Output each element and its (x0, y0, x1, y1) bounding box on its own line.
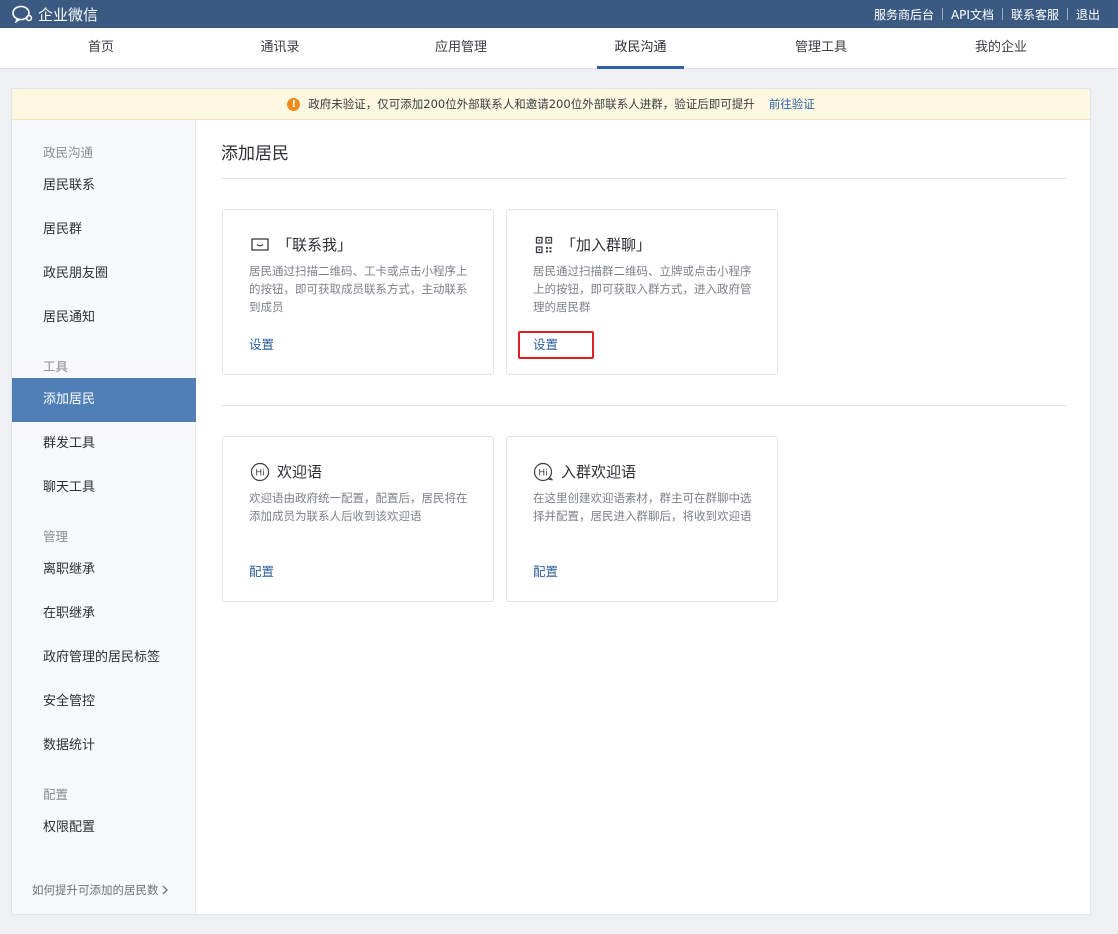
highlight-box (518, 331, 594, 359)
sidebar-item-resign-inherit[interactable]: 离职继承 (12, 548, 196, 592)
sidebar-group-manage: 管理 (43, 529, 69, 544)
divider (222, 405, 1067, 406)
card-description: 在这里创建欢迎语素材，群主可在群聊中选择并配置，居民进入群聊后，将收到欢迎语 (533, 491, 752, 523)
sidebar-item-moments[interactable]: 政民朋友圈 (12, 252, 196, 296)
content-container: ! 政府未验证，仅可添加200位外部联系人和邀请200位外部联系人进群，验证后即… (11, 88, 1091, 915)
contact-support-link[interactable]: 联系客服 (1011, 6, 1059, 23)
card-header: Hi 入群欢迎语 (533, 461, 636, 482)
warning-icon: ! (287, 97, 301, 111)
api-docs-link[interactable]: API文档 (951, 6, 994, 23)
sidebar-item-notifications[interactable]: 居民通知 (12, 296, 196, 340)
main-content: 添加居民 「联系我」 居民通过扫描二维码、工卡或点击小程序上的按钮，即可获取成员… (197, 120, 1090, 914)
hi-bubble-icon: Hi (533, 462, 555, 482)
sidebar-item-security[interactable]: 安全管控 (12, 680, 196, 724)
separator (1066, 8, 1068, 20)
contact-me-settings-link[interactable]: 设置 (249, 334, 274, 353)
top-links: 服务商后台 API文档 联系客服 退出 (874, 0, 1100, 28)
sidebar-item-onjob-inherit[interactable]: 在职继承 (12, 592, 196, 636)
sidebar: 政民沟通 居民联系 居民群 政民朋友圈 居民通知 工具 添加居民 群发工具 聊天… (12, 120, 196, 914)
wecom-logo[interactable]: 企业微信 (12, 4, 98, 24)
wecom-logo-icon (12, 5, 33, 23)
page-title: 添加居民 (221, 144, 289, 164)
sidebar-group-tools: 工具 (43, 359, 69, 374)
sidebar-item-mass-send[interactable]: 群发工具 (12, 422, 196, 466)
tab-home[interactable]: 首页 (70, 28, 132, 69)
svg-text:Hi: Hi (538, 468, 547, 478)
card-description: 欢迎语由政府统一配置，配置后，居民将在添加成员为联系人后收到该欢迎语 (249, 491, 468, 523)
tab-contacts[interactable]: 通讯录 (249, 28, 311, 69)
sidebar-item-resident-groups[interactable]: 居民群 (12, 208, 196, 252)
sidebar-footer-link[interactable]: 如何提升可添加的居民数 (32, 882, 170, 898)
sidebar-item-residents[interactable]: 居民联系 (12, 164, 196, 208)
welcome-message-card: Hi 欢迎语 欢迎语由政府统一配置，配置后，居民将在添加成员为联系人后收到该欢迎… (222, 436, 494, 602)
tab-my-enterprise[interactable]: 我的企业 (962, 28, 1040, 69)
card-description: 居民通过扫描二维码、工卡或点击小程序上的按钮，即可获取成员联系方式，主动联系到成… (249, 264, 468, 314)
card-description: 居民通过扫描群二维码、立牌或点击小程序上的按钮，即可获取入群方式，进入政府管理的… (533, 264, 752, 314)
join-group-card: 「加入群聊」 居民通过扫描群二维码、立牌或点击小程序上的按钮，即可获取入群方式，… (506, 209, 778, 375)
sidebar-group-gov: 政民沟通 (43, 145, 94, 160)
card-title: 欢迎语 (277, 463, 323, 481)
logo-text: 企业微信 (38, 5, 99, 24)
card-header: 「联系我」 (249, 234, 352, 255)
card-title: 「联系我」 (277, 236, 353, 254)
tab-gov-communication[interactable]: 政民沟通 (597, 28, 684, 69)
separator (1001, 8, 1003, 20)
separator (941, 8, 943, 20)
sidebar-item-statistics[interactable]: 数据统计 (12, 724, 196, 768)
tab-app-management[interactable]: 应用管理 (421, 28, 501, 69)
verification-notice: ! 政府未验证，仅可添加200位外部联系人和邀请200位外部联系人进群，验证后即… (12, 89, 1090, 120)
sidebar-item-add-residents[interactable]: 添加居民 (12, 378, 196, 422)
verify-link[interactable]: 前往验证 (769, 96, 815, 112)
card-title: 「加入群聊」 (561, 236, 652, 254)
footer-link-text: 如何提升可添加的居民数 (32, 883, 159, 897)
chat-bubble-icon (249, 235, 271, 255)
card-header: 「加入群聊」 (533, 234, 651, 255)
card-header: Hi 欢迎语 (249, 461, 322, 482)
svg-text:Hi: Hi (255, 468, 264, 478)
top-bar: 企业微信 服务商后台 API文档 联系客服 退出 (0, 0, 1118, 28)
welcome-configure-link[interactable]: 配置 (249, 561, 274, 580)
sidebar-item-resident-tags[interactable]: 政府管理的居民标签 (12, 636, 196, 680)
notice-text: 政府未验证，仅可添加200位外部联系人和邀请200位外部联系人进群，验证后即可提… (308, 97, 755, 111)
main-nav: 首页 通讯录 应用管理 政民沟通 管理工具 我的企业 (0, 28, 1118, 69)
hi-icon: Hi (249, 462, 271, 482)
partner-console-link[interactable]: 服务商后台 (874, 6, 934, 23)
logout-link[interactable]: 退出 (1076, 6, 1100, 23)
tab-management-tools[interactable]: 管理工具 (782, 28, 860, 69)
contact-me-card: 「联系我」 居民通过扫描二维码、工卡或点击小程序上的按钮，即可获取成员联系方式，… (222, 209, 494, 375)
group-welcome-configure-link[interactable]: 配置 (533, 561, 558, 580)
sidebar-item-permissions[interactable]: 权限配置 (12, 806, 196, 850)
divider (222, 178, 1067, 179)
sidebar-group-config: 配置 (43, 787, 69, 802)
qr-code-icon (533, 235, 555, 255)
sidebar-item-chat-tools[interactable]: 聊天工具 (12, 466, 196, 510)
group-welcome-card: Hi 入群欢迎语 在这里创建欢迎语素材，群主可在群聊中选择并配置，居民进入群聊后… (506, 436, 778, 602)
card-title: 入群欢迎语 (561, 463, 637, 481)
chevron-right-icon (162, 885, 168, 895)
